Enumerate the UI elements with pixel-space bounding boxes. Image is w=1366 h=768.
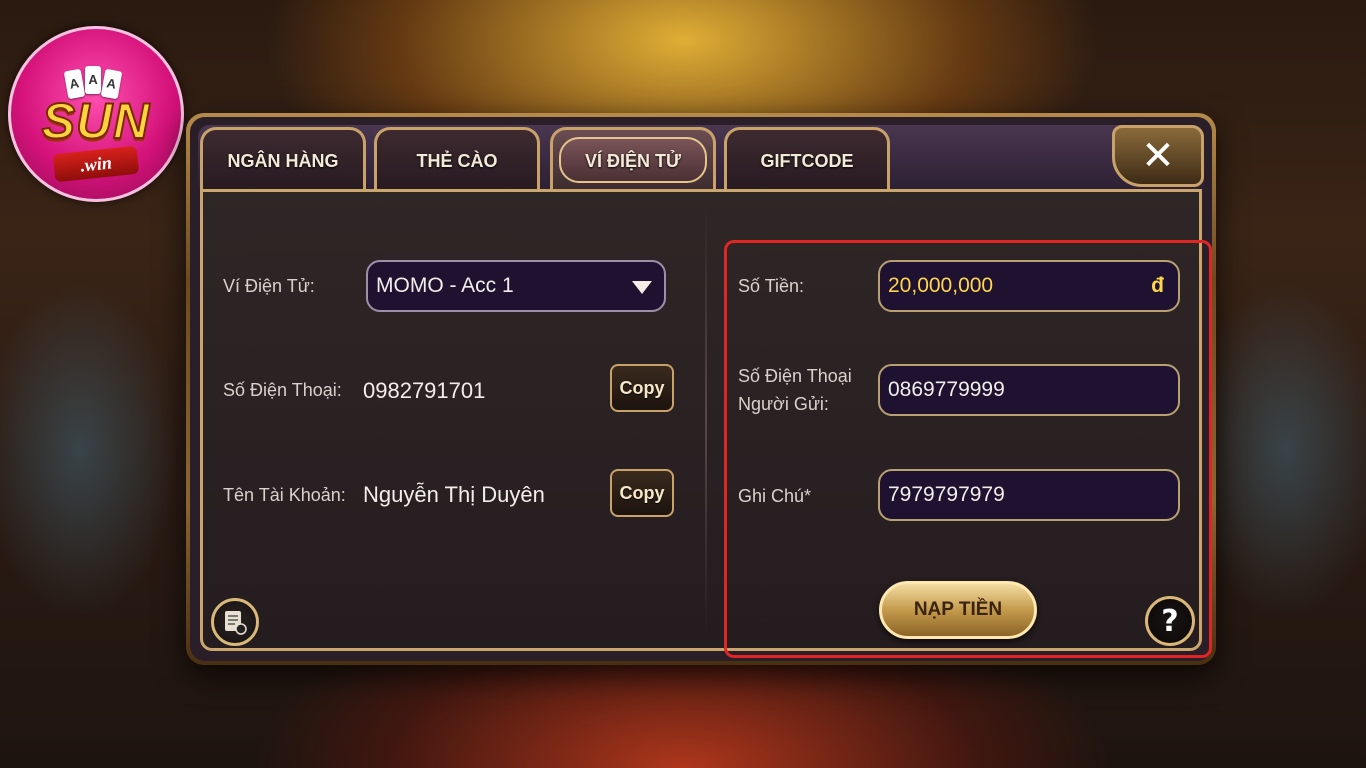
sender-label-line1: Số Điện Thoại <box>738 366 852 386</box>
amount-label: Số Tiền: <box>738 276 805 296</box>
card: A <box>84 66 102 94</box>
sender-phone-value: 0869779999 <box>888 378 1005 401</box>
tab-card[interactable]: THẺ CÀO <box>374 127 540 193</box>
panel-divider <box>705 206 707 634</box>
history-button[interactable] <box>211 598 259 646</box>
deposit-dialog: NGÂN HÀNG THẺ CÀO VÍ ĐIỆN TỬ GIFTCODE ✕ … <box>186 113 1216 665</box>
sender-label-line2: Người Gửi: <box>738 394 829 414</box>
dropdown-arrow-icon <box>632 281 652 294</box>
note-value: 7979797979 <box>888 483 1005 506</box>
tab-card-label: THẺ CÀO <box>416 151 498 171</box>
note-label: Ghi Chú* <box>738 486 812 506</box>
close-button[interactable]: ✕ <box>1112 125 1204 187</box>
tab-bank-label: NGÂN HÀNG <box>227 151 339 171</box>
account-value: Nguyễn Thị Duyên <box>363 482 545 507</box>
tab-e-wallet[interactable]: VÍ ĐIỆN TỬ <box>550 127 716 193</box>
background-left-glow <box>0 280 180 620</box>
sunwin-logo: A A A SUN .win <box>8 26 184 202</box>
dialog-body: NGÂN HÀNG THẺ CÀO VÍ ĐIỆN TỬ GIFTCODE ✕ … <box>190 117 1212 661</box>
deposit-button[interactable]: NẠP TIỀN <box>879 581 1037 639</box>
logo-sub-text: .win <box>52 145 140 183</box>
wallet-label: Ví Điện Tử: <box>223 276 315 296</box>
sender-phone-input[interactable]: 0869779999 <box>878 364 1180 416</box>
close-icon: ✕ <box>1141 133 1175 179</box>
question-icon: ? <box>1161 603 1179 639</box>
copy-account-button[interactable]: Copy <box>610 469 674 517</box>
help-button[interactable]: ? <box>1145 596 1195 646</box>
wallet-select-value: MOMO - Acc 1 <box>376 274 514 297</box>
phone-label: Số Điện Thoại: <box>223 380 342 400</box>
note-input[interactable]: 7979797979 <box>878 469 1180 521</box>
tab-giftcode-label: GIFTCODE <box>760 151 854 171</box>
history-icon <box>225 611 247 635</box>
account-label: Tên Tài Khoản: <box>223 485 346 505</box>
copy-phone-button[interactable]: Copy <box>610 364 674 412</box>
phone-value: 0982791701 <box>363 378 486 403</box>
tab-e-wallet-label: VÍ ĐIỆN TỬ <box>585 151 681 171</box>
amount-value: 20,000,000 <box>888 274 994 297</box>
amount-input[interactable]: 20,000,000 đ <box>878 260 1180 312</box>
content-panel: Ví Điện Tử: MOMO - Acc 1 Số Điện Thoại: … <box>200 189 1212 658</box>
logo-brand-text: SUN <box>41 92 151 150</box>
tab-giftcode[interactable]: GIFTCODE <box>724 127 890 193</box>
wallet-select[interactable]: MOMO - Acc 1 <box>366 260 666 312</box>
currency-symbol: đ <box>1151 274 1164 297</box>
tab-bank[interactable]: NGÂN HÀNG <box>200 127 366 193</box>
